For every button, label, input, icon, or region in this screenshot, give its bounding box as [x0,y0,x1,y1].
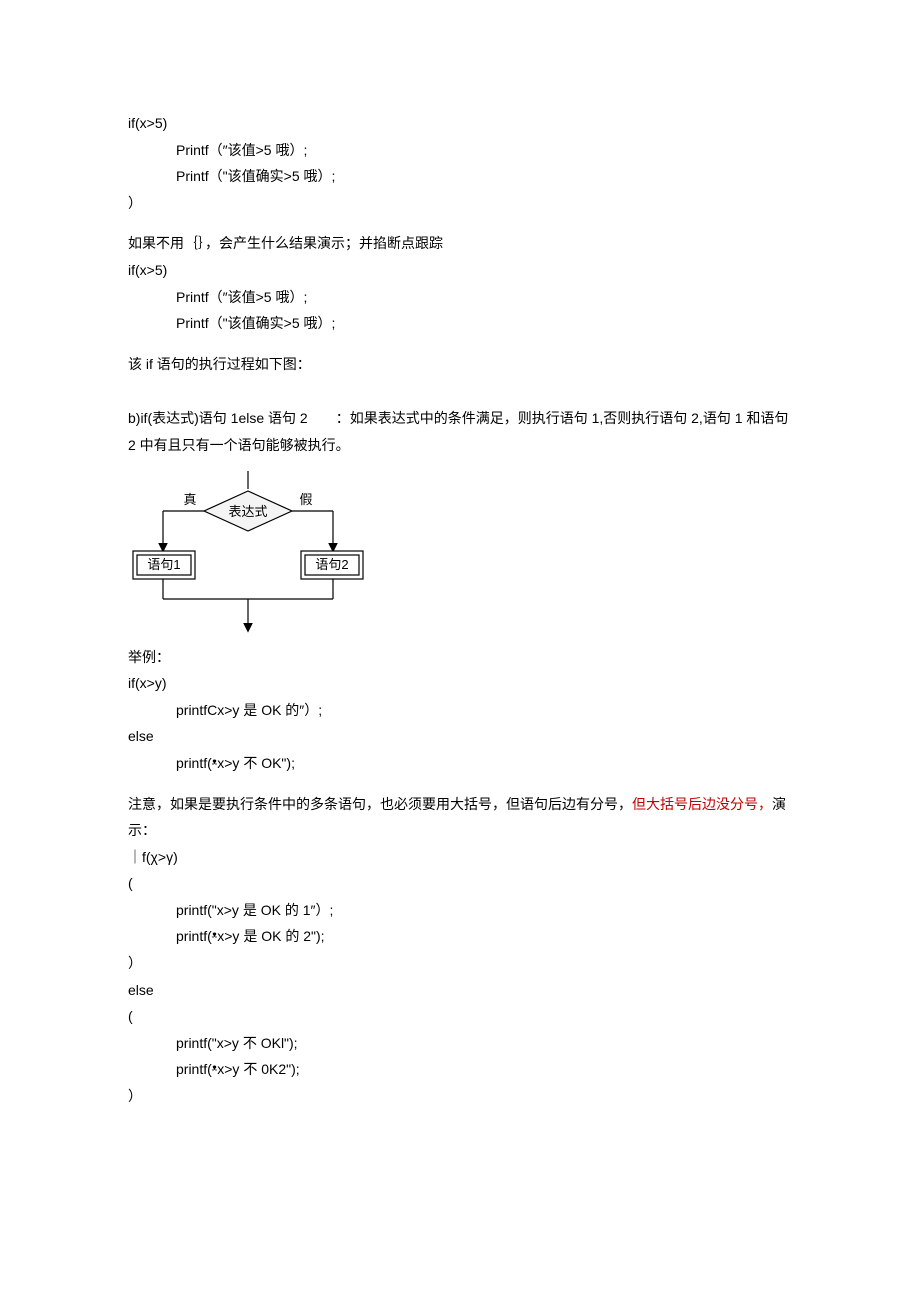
flow-false-label: 假 [299,492,312,507]
code-line: printf(ᵜx>y 是 OK 的 2"); [128,923,792,950]
code-line: Printf（"该值确实>5 哦）; [128,163,792,190]
paragraph: 举例： [128,644,792,671]
code-line: else [128,723,792,750]
code-line: else [128,977,792,1004]
text-run: 注意，如果是要执行条件中的多条语句，也必须要用大括号，但语句后边有分号， [128,796,632,812]
code-line: if(x>y) [128,670,792,697]
code-line: printf("x>y 不 OKl"); [128,1030,792,1057]
paragraph: b)if(表达式)语句 1else 语句 2 ：如果表达式中的条件满足，则执行语… [128,405,792,458]
code-line: printfCx>y 是 OK 的″）; [128,697,792,724]
flow-condition-text: 表达式 [228,504,267,519]
code-line: printf(ᵜx>y 不 0K2"); [128,1056,792,1083]
code-line: if(x>5) [128,257,792,284]
flow-stmt2-text: 语句2 [315,557,348,572]
paragraph: 该 if 语句的执行过程如下图： [128,351,792,378]
code-line: if(x>5) [128,110,792,137]
code-line: ） [128,950,792,977]
paragraph: 如果不用｛｝，会产生什么结果演示；并掐断点跟踪 [128,230,792,257]
text-run-highlight: 但大括号后边没分号， [632,796,772,812]
document-page: if(x>5) Printf（″该值>5 哦）; Printf（"该值确实>5 … [0,0,920,1301]
code-line: Printf（"该值确实>5 哦）; [128,310,792,337]
code-line: ( [128,1003,792,1030]
paragraph: 注意，如果是要执行条件中的多条语句，也必须要用大括号，但语句后边有分号，但大括号… [128,791,792,844]
flow-stmt1-text: 语句1 [147,557,180,572]
code-line: ( [128,870,792,897]
flow-true-label: 真 [183,492,196,507]
code-line: printf("x>y 是 OK 的 1″）; [128,897,792,924]
code-line: Printf（″该值>5 哦）; [128,284,792,311]
flowchart-diagram: 表达式 真 假 语句1 语句2 [128,471,792,636]
code-line: ） [128,190,792,217]
code-line: ｜f(χ>γ) [128,844,792,871]
code-line: printf(ᵜx>y 不 OK"); [128,750,792,777]
code-line: Printf（″该值>5 哦）; [128,137,792,164]
code-line: ） [128,1083,792,1110]
